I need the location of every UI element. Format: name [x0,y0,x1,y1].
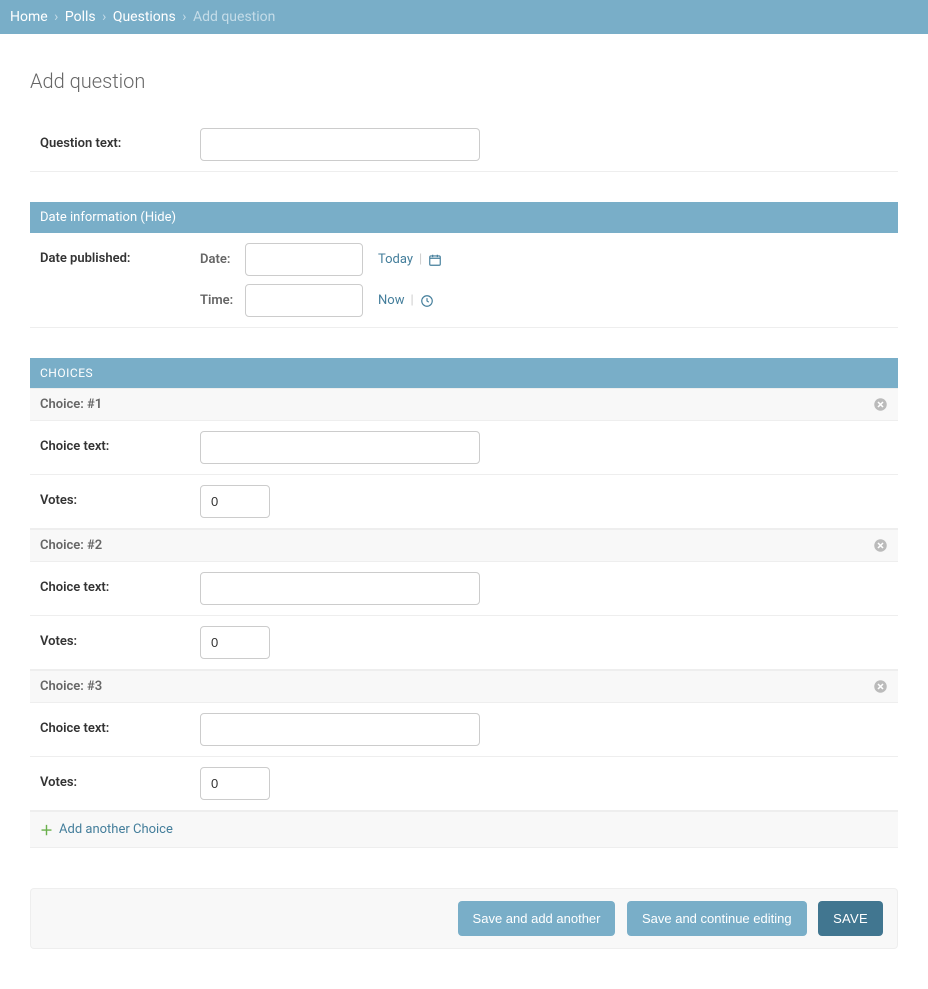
today-link-label: Today [378,252,413,267]
votes-label: Votes: [40,767,200,790]
inline-header-label: Choice: #3 [40,679,102,694]
date-input[interactable] [245,243,363,276]
choice-text-label: Choice text: [40,431,200,454]
form-row-choice-text: Choice text: [30,703,898,757]
choice-text-input[interactable] [200,431,480,464]
form-row-votes: Votes: [30,757,898,811]
choice-text-label: Choice text: [40,713,200,736]
add-another-label: Add another Choice [59,822,173,837]
inline-header-label: Choice: #2 [40,538,102,553]
choice-text-input[interactable] [200,713,480,746]
choice-text-label: Choice text: [40,572,200,595]
close-circle-icon [873,397,888,412]
breadcrumb-sep: › [179,9,189,25]
delete-choice-button[interactable] [873,538,888,553]
save-button[interactable]: SAVE [818,901,883,936]
delete-choice-button[interactable] [873,397,888,412]
form-row-votes: Votes: [30,616,898,670]
choices-heading: CHOICES [30,358,898,388]
choices-inline-group: CHOICES Choice: #1 Choice text: Votes: C [30,358,898,848]
save-continue-button[interactable]: Save and continue editing [627,901,807,936]
breadcrumb-current: Add question [193,9,275,25]
breadcrumb-home[interactable]: Home [10,9,48,25]
clock-icon[interactable] [420,294,434,308]
plus-icon: ＋ [40,820,53,839]
inline-header: Choice: #1 [30,388,898,421]
date-published-label: Date published: [40,243,200,266]
page-title: Add question [30,69,898,93]
form-row-choice-text: Choice text: [30,562,898,616]
date-information-title: Date information [40,210,137,225]
inline-header: Choice: #2 [30,529,898,562]
add-another-choice-link[interactable]: ＋ Add another Choice [40,820,173,839]
form-row-question-text: Question text: [30,118,898,172]
inline-header: Choice: #3 [30,670,898,703]
now-link-label: Now [378,293,404,308]
question-fieldset: Question text: [30,118,898,172]
date-sublabel: Date: [200,252,245,267]
form-row-date-published: Date published: Date: Today | Time: [30,233,898,328]
votes-input[interactable] [200,626,270,659]
breadcrumb-sep: › [99,9,109,25]
time-sublabel: Time: [200,293,245,308]
shortcut-sep: | [404,293,419,308]
add-another-row: ＋ Add another Choice [30,811,898,848]
breadcrumb-sep: › [51,9,61,25]
breadcrumb: Home › Polls › Questions › Add question [0,0,928,34]
choice-text-input[interactable] [200,572,480,605]
inline-header-label: Choice: #1 [40,397,102,412]
question-text-input[interactable] [200,128,480,161]
date-information-fieldset: Date information (Hide) Date published: … [30,202,898,328]
question-text-label: Question text: [40,128,200,151]
date-row: Date: Today | [200,243,888,276]
breadcrumb-app[interactable]: Polls [65,9,96,25]
close-circle-icon [873,538,888,553]
time-row: Time: Now | [200,284,888,317]
votes-input[interactable] [200,767,270,800]
form-row-choice-text: Choice text: [30,421,898,475]
content: Add question Question text: Date informa… [0,34,928,989]
save-add-another-button[interactable]: Save and add another [458,901,616,936]
votes-label: Votes: [40,485,200,508]
close-circle-icon [873,679,888,694]
delete-choice-button[interactable] [873,679,888,694]
votes-input[interactable] [200,485,270,518]
breadcrumb-model[interactable]: Questions [113,9,176,25]
calendar-icon[interactable] [428,253,442,267]
hide-link[interactable]: (Hide) [140,210,176,225]
date-information-heading: Date information (Hide) [30,202,898,233]
shortcut-sep: | [413,252,428,267]
submit-row: Save and add another Save and continue e… [30,888,898,949]
votes-label: Votes: [40,626,200,649]
now-link[interactable]: Now | [378,293,434,308]
form-row-votes: Votes: [30,475,898,529]
today-link[interactable]: Today | [378,252,442,267]
time-input[interactable] [245,284,363,317]
